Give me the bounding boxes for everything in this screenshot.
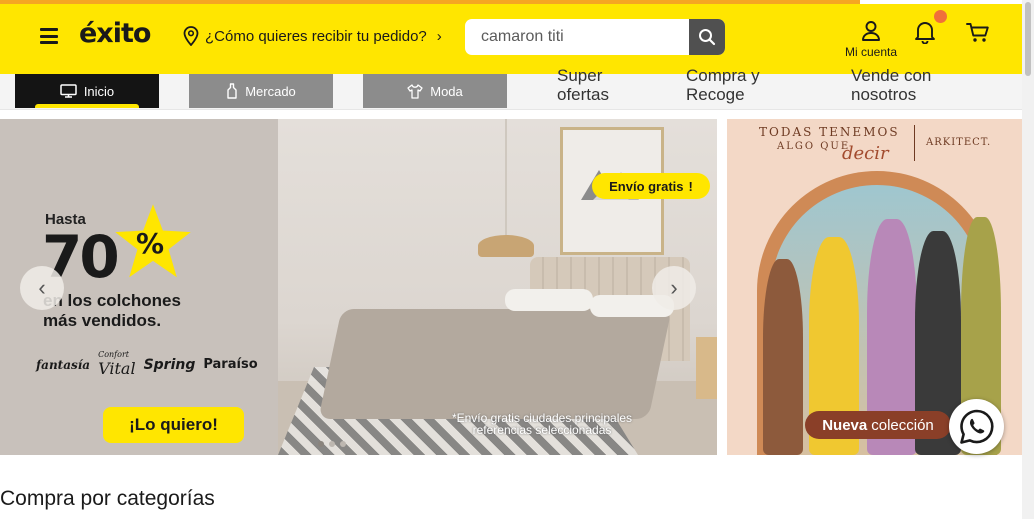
- delivery-location-selector[interactable]: ¿Cómo quieres recibir tu pedido? ›: [183, 26, 442, 46]
- promo-badge-rest: colección: [871, 416, 934, 434]
- hero-disclaimer-line: referencias seleccionadas: [472, 423, 612, 437]
- page: éxito ¿Cómo quieres recibir tu pedido? ›…: [0, 0, 1034, 519]
- shirt-icon: [407, 83, 423, 99]
- search-input[interactable]: [465, 19, 689, 55]
- brand-vital-prefix: Confort: [98, 350, 129, 359]
- promo-brand: ARKITECT.: [926, 137, 992, 148]
- shipping-badge: Envío gratis !: [592, 173, 710, 199]
- search-box: [465, 19, 725, 55]
- nav-link-line: Recoge: [686, 85, 745, 104]
- model-figure: [763, 259, 803, 455]
- bed: [318, 309, 672, 419]
- tab-inicio[interactable]: Inicio: [15, 74, 159, 108]
- nav-link-line: Compra y: [686, 66, 760, 85]
- promo-headline-script: decir: [842, 143, 889, 164]
- tab-mercado[interactable]: Mercado: [189, 74, 333, 108]
- nav-link-line: Vende con: [851, 66, 932, 85]
- brand-fantasia: fantasía: [36, 357, 91, 372]
- side-table: [696, 337, 717, 399]
- map-pin-icon: [183, 26, 199, 46]
- bell-icon[interactable]: [914, 20, 936, 44]
- monitor-icon: [60, 84, 77, 98]
- search-icon: [699, 29, 716, 46]
- promo-badge: Nueva colección: [805, 411, 951, 439]
- hero-subtitle-line: en los colchones: [43, 291, 181, 310]
- promo-headline-mid: ALGO QUE: [777, 141, 851, 152]
- section-title: Compra por categorías: [0, 487, 215, 510]
- promo-badge-bold: Nueva: [822, 416, 868, 434]
- page-scrollbar[interactable]: [1022, 0, 1034, 519]
- scrollbar-thumb[interactable]: [1025, 2, 1031, 76]
- chevron-right-icon: ›: [670, 275, 678, 300]
- nav-link-vende-con-nosotros[interactable]: Vende con nosotros: [851, 66, 931, 104]
- carousel-dot[interactable]: [340, 441, 346, 447]
- whatsapp-icon: [959, 409, 994, 444]
- cart-button[interactable]: [966, 22, 990, 49]
- chevron-left-icon: ‹: [38, 275, 46, 300]
- carousel-dots: [318, 441, 346, 447]
- nav-link-line: nosotros: [851, 85, 917, 104]
- notification-badge: [934, 10, 947, 23]
- carousel-next-button[interactable]: ›: [652, 266, 696, 310]
- tab-mercado-label: Mercado: [245, 83, 296, 99]
- brand-paraiso: Paraíso: [203, 357, 258, 372]
- exclamation-icon: !: [688, 178, 693, 194]
- nav-link-line: Super: [557, 66, 603, 85]
- whatsapp-button[interactable]: [949, 399, 1004, 454]
- carousel-dot[interactable]: [329, 441, 335, 447]
- chevron-right-icon: ›: [436, 27, 442, 45]
- hero-cta-button[interactable]: ¡Lo quiero!: [103, 407, 244, 443]
- promo-divider: [914, 125, 915, 161]
- lamp-cord: [505, 119, 507, 237]
- brand-vital: Confort Vital: [98, 350, 136, 379]
- brand-vital-name: Vital: [98, 359, 136, 378]
- tab-moda[interactable]: Moda: [363, 74, 507, 108]
- shipping-badge-label: Envío gratis: [609, 178, 684, 194]
- brand-spring: Spring: [143, 356, 196, 373]
- menu-icon[interactable]: [40, 28, 58, 44]
- carousel-dot[interactable]: [318, 441, 324, 447]
- hero-disclaimer: *Envío gratis ciudades principales refer…: [412, 412, 672, 436]
- category-nav: Inicio Mercado Moda Super ofertas Compra…: [0, 66, 1022, 110]
- user-icon: [862, 21, 880, 41]
- bottle-icon: [227, 83, 237, 99]
- promo-headline-top: TODAS TENEMOS: [759, 125, 900, 139]
- nav-link-compra-y-recoge[interactable]: Compra y Recoge: [686, 66, 760, 104]
- cart-icon: [966, 23, 989, 42]
- tab-inicio-label: Inicio: [83, 83, 115, 99]
- carousel-prev-button[interactable]: ‹: [20, 266, 64, 310]
- nav-link-line: ofertas: [557, 85, 609, 104]
- hero-carousel[interactable]: Hasta 70 % en los colchones más vendidos…: [0, 119, 717, 455]
- header: éxito ¿Cómo quieres recibir tu pedido? ›…: [0, 4, 1022, 74]
- brand-logos: fantasía Confort Vital Spring Paraíso: [36, 350, 258, 379]
- pendant-lamp: [478, 235, 534, 257]
- hero-subtitle: en los colchones más vendidos.: [43, 291, 243, 331]
- hero-subtitle-line: más vendidos.: [43, 311, 162, 330]
- delivery-location-label: ¿Cómo quieres recibir tu pedido?: [205, 27, 427, 45]
- tab-moda-label: Moda: [430, 83, 463, 99]
- search-button[interactable]: [689, 19, 725, 55]
- account-label: Mi cuenta: [844, 45, 898, 59]
- logo[interactable]: éxito: [79, 18, 151, 49]
- active-tab-indicator: [35, 104, 139, 108]
- pillow: [505, 289, 593, 311]
- hero-percent: %: [136, 227, 165, 260]
- account-button[interactable]: Mi cuenta: [840, 20, 902, 59]
- nav-link-super-ofertas[interactable]: Super ofertas: [557, 66, 609, 104]
